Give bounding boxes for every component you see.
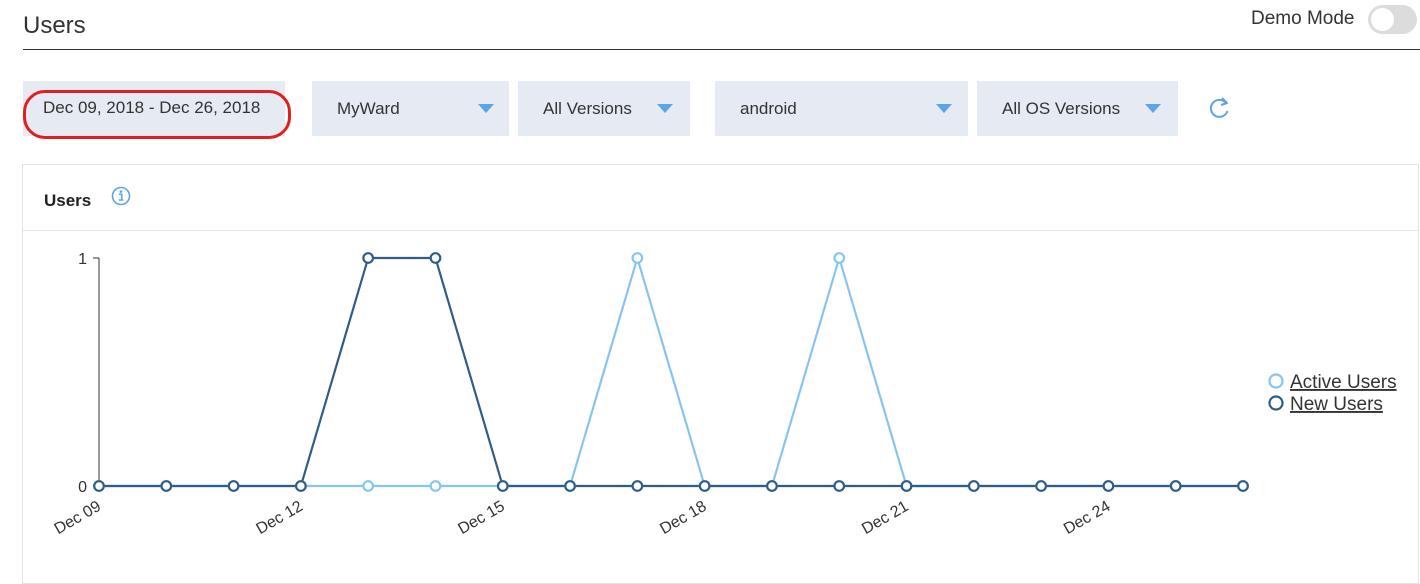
data-point-active-users [362, 480, 375, 492]
data-point-new-users [227, 480, 240, 492]
data-point-new-users [1237, 480, 1249, 492]
data-point-active-users [429, 480, 442, 492]
data-point-new-users [362, 252, 375, 264]
data-point-new-users [698, 480, 711, 492]
legend-label[interactable]: New Users [1290, 394, 1383, 415]
data-point-new-users [1169, 480, 1182, 492]
data-point-new-users [833, 480, 846, 492]
legend-label[interactable]: Active Users [1290, 372, 1397, 393]
data-point-active-users [631, 252, 644, 264]
x-tick-label: Dec 24 [1061, 498, 1113, 538]
data-point-new-users [93, 480, 105, 492]
legend-marker [1268, 395, 1284, 411]
data-point-new-users [1102, 480, 1115, 492]
data-point-new-users [496, 480, 509, 492]
data-point-new-users [766, 480, 778, 492]
data-point-new-users [967, 480, 980, 492]
legend-marker [1268, 373, 1284, 389]
data-point-new-users [900, 480, 913, 492]
data-point-new-users [160, 480, 173, 492]
data-point-new-users [294, 480, 307, 492]
y-tick-label: 1 [78, 251, 87, 268]
x-tick-label: Dec 12 [253, 498, 305, 538]
series-line-active-users [99, 256, 1243, 488]
y-tick-label: 0 [78, 479, 87, 496]
users-line-chart: 0 1 Dec 09 Dec 12 Dec 15 Dec 18 Dec 21 Dec 24 Ac… [52, 251, 1397, 538]
data-point-new-users [429, 252, 442, 264]
x-tick-label: Dec 18 [657, 498, 709, 538]
x-tick-label: Dec 15 [455, 498, 507, 538]
data-point-new-users [564, 480, 576, 492]
x-tick-label: Dec 09 [52, 498, 104, 538]
x-tick-label: Dec 21 [859, 498, 911, 538]
data-point-new-users [1035, 480, 1048, 492]
data-point-new-users [631, 480, 644, 492]
data-point-active-users [833, 252, 846, 264]
